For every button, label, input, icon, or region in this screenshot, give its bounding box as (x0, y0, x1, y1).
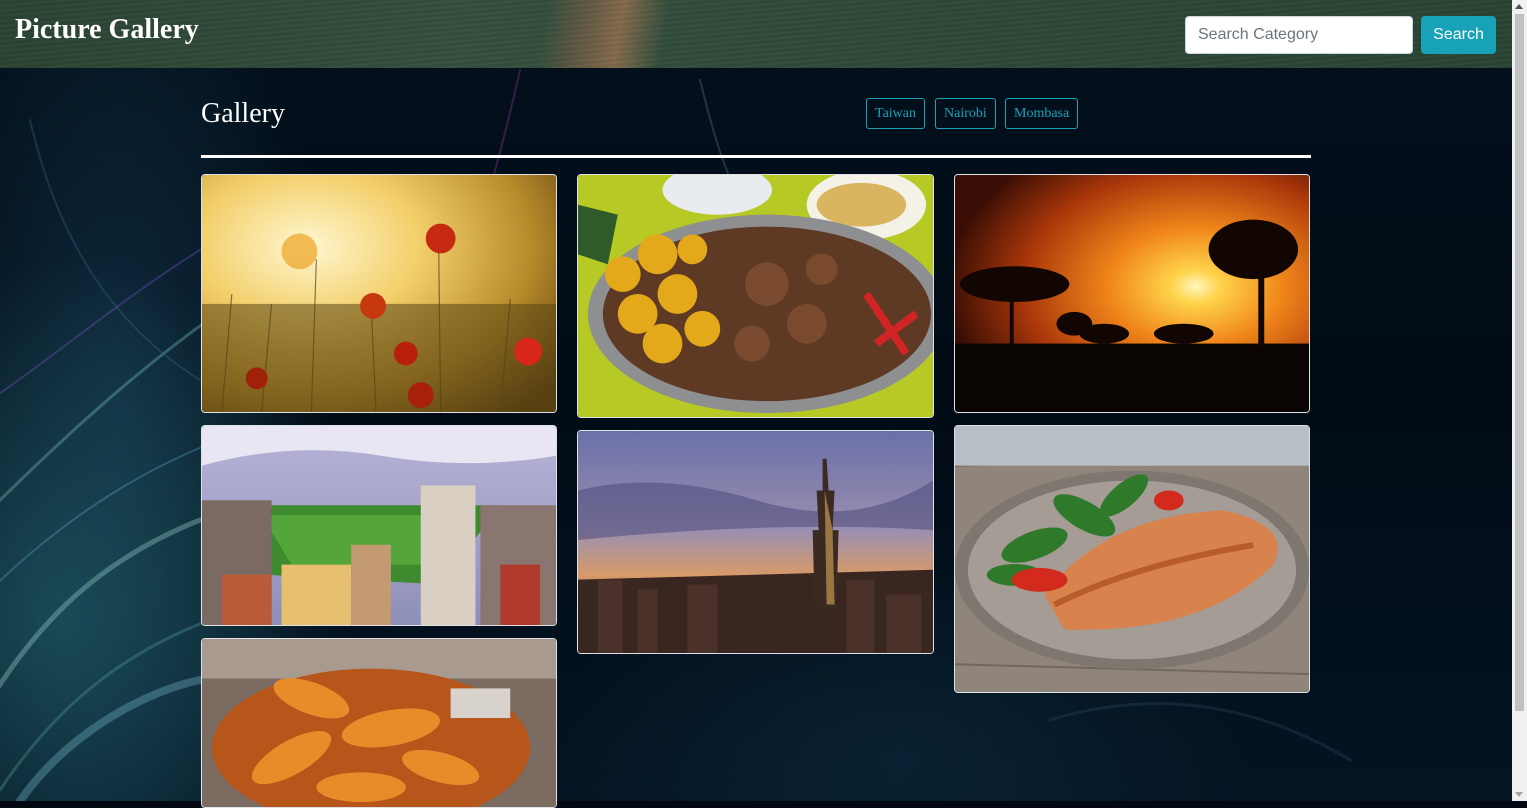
divider (201, 155, 1311, 158)
vertical-scrollbar[interactable] (1512, 0, 1527, 801)
gallery-image-salmon-salad[interactable] (954, 425, 1310, 693)
gallery-image-taipei-skyline[interactable] (577, 430, 934, 654)
brand-title[interactable]: Picture Gallery (15, 14, 199, 46)
gallery-image-meat-platter[interactable] (577, 174, 934, 418)
category-button-taiwan[interactable]: Taiwan (866, 98, 926, 129)
gallery-image-poppies[interactable] (201, 174, 557, 413)
scrollbar-thumb[interactable] (1515, 14, 1524, 711)
search-input[interactable] (1185, 16, 1413, 54)
scroll-down-arrow-icon[interactable] (1515, 792, 1523, 797)
scroll-up-arrow-icon[interactable] (1515, 4, 1523, 9)
page-heading: Gallery (201, 98, 285, 129)
category-button-mombasa[interactable]: Mombasa (1005, 98, 1079, 129)
category-button-nairobi[interactable]: Nairobi (935, 98, 996, 129)
gallery-image-savanna-sunset[interactable] (954, 174, 1310, 413)
gallery-image-city-park[interactable] (201, 425, 557, 626)
gallery-image-chicken-wings[interactable] (201, 638, 557, 808)
navbar: Picture Gallery Search (0, 0, 1512, 68)
search-button[interactable]: Search (1421, 16, 1496, 54)
